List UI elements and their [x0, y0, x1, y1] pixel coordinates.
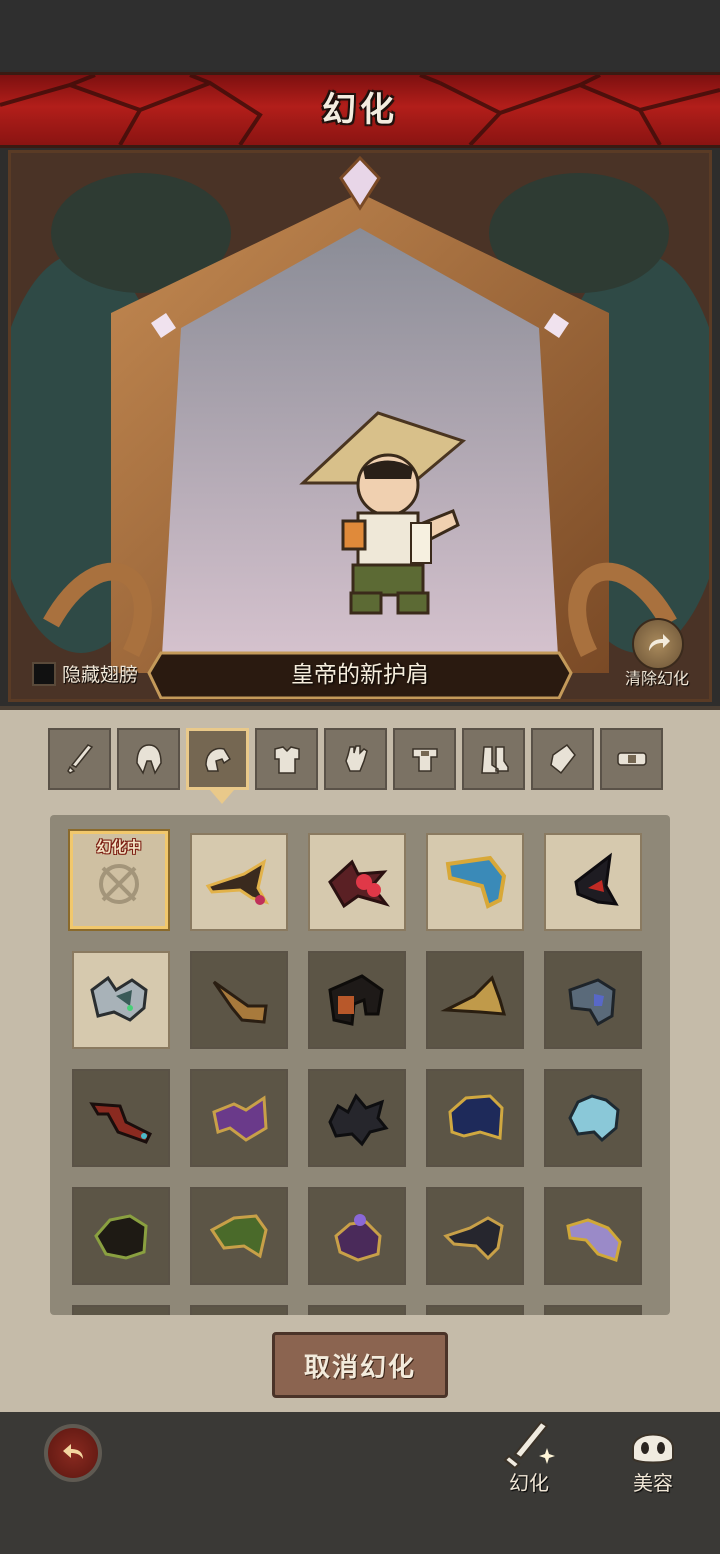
- slot-tabs: [48, 728, 663, 790]
- sword-sparkle-icon: [503, 1420, 555, 1470]
- steel-shield-pauldron-icon: [568, 978, 616, 1027]
- grid-item[interactable]: [544, 1305, 642, 1315]
- grid-item[interactable]: [426, 1187, 524, 1285]
- ornate-frame: [11, 153, 709, 699]
- orange-box-pauldron-icon: [328, 974, 384, 1026]
- grid-item[interactable]: [190, 833, 288, 931]
- glove-icon: [344, 745, 368, 772]
- grid-item[interactable]: [544, 1187, 642, 1285]
- tab-weapon[interactable]: [48, 728, 111, 790]
- tab-helmet[interactable]: [117, 728, 180, 790]
- clear-transform-button[interactable]: [632, 618, 684, 670]
- tab-armor[interactable]: [255, 728, 318, 790]
- gold-spike-pauldron-icon: [205, 858, 270, 905]
- back-arrow-icon: [63, 1444, 83, 1459]
- tab-glove[interactable]: [324, 728, 387, 790]
- grid-item[interactable]: [72, 951, 170, 1049]
- face-icon: [632, 1433, 674, 1464]
- grid-item[interactable]: [308, 1069, 406, 1167]
- grid-item[interactable]: [426, 1069, 524, 1167]
- red-hook-pauldron-icon: [89, 1102, 153, 1144]
- dark-wing-pauldron-icon: [443, 1216, 504, 1261]
- grid-item[interactable]: [72, 1305, 170, 1315]
- hide-wings-checkbox[interactable]: [32, 661, 56, 686]
- black-horn-pauldron-icon: [574, 852, 619, 906]
- helmet-icon: [135, 744, 162, 775]
- grid-item[interactable]: [544, 951, 642, 1049]
- none-icon: [99, 864, 139, 904]
- item-name: 皇帝的新护肩: [291, 662, 429, 688]
- grid-item[interactable]: [190, 951, 288, 1049]
- nav-beauty[interactable]: 美容: [618, 1418, 688, 1498]
- cancel-transform-button[interactable]: 取消幻化: [272, 1332, 448, 1398]
- back-button[interactable]: [44, 1424, 102, 1482]
- green-claw-pauldron-icon: [94, 1214, 148, 1260]
- bottom-nav: [0, 1412, 720, 1554]
- ice-crystal-pauldron-icon: [568, 1094, 620, 1143]
- grid-item[interactable]: [190, 1305, 288, 1315]
- transforming-badge: 幻化中: [96, 838, 142, 856]
- status-bar: [0, 0, 720, 70]
- brown-horn-pauldron-icon: [212, 980, 268, 1024]
- grid-item[interactable]: [544, 833, 642, 931]
- grid-item[interactable]: [426, 1305, 524, 1315]
- rose-thorn-pauldron-icon: [328, 859, 391, 909]
- black-fur-pauldron-icon: [328, 1093, 389, 1147]
- grid-item[interactable]: [544, 1069, 642, 1167]
- misc-icon: [616, 752, 647, 766]
- tab-belt[interactable]: [393, 728, 456, 790]
- green-gold-pauldron-icon: [209, 1214, 268, 1259]
- blue-gold-pauldron-icon: [445, 855, 507, 909]
- grid-item[interactable]: [426, 833, 524, 931]
- nav-transform[interactable]: 幻化: [494, 1418, 564, 1498]
- tab-shoulder[interactable]: [186, 728, 249, 790]
- shoulder-icon: [204, 747, 231, 772]
- tab-boots[interactable]: [462, 728, 525, 790]
- grid-item[interactable]: [308, 1187, 406, 1285]
- purple-gold-pauldron-icon: [212, 1095, 268, 1142]
- sword-icon: [66, 744, 93, 774]
- tab-bracer[interactable]: [531, 728, 594, 790]
- silver-spike-pauldron-icon: [90, 975, 148, 1022]
- nav-transform-label: 幻化: [509, 1471, 549, 1495]
- character-preview: [8, 150, 712, 702]
- tab-misc[interactable]: [600, 728, 663, 790]
- cancel-transform-label: 取消幻化: [303, 1352, 416, 1383]
- hide-wings-toggle[interactable]: 隐藏翅膀: [32, 660, 138, 687]
- grid-item[interactable]: [308, 951, 406, 1049]
- clear-transform-label: 清除幻化: [624, 669, 689, 688]
- bracer-icon: [549, 743, 576, 775]
- violet-orb-pauldron-icon: [334, 1214, 382, 1262]
- page-title: 幻化: [322, 90, 398, 130]
- grid-item[interactable]: [190, 1187, 288, 1285]
- nav-beauty-label: 美容: [633, 1471, 673, 1495]
- belt-icon: [411, 748, 438, 772]
- grid-item[interactable]: [72, 1069, 170, 1167]
- navy-gold-pauldron-icon: [448, 1094, 504, 1140]
- active-tab-pointer: [210, 790, 234, 804]
- gold-plate-pauldron-icon: [440, 975, 507, 1016]
- appearance-grid: 幻化中: [50, 815, 670, 1315]
- lavender-gold-pauldron-icon: [566, 1218, 622, 1262]
- title-banner: 幻化: [0, 72, 720, 148]
- redo-arrow-icon: [649, 634, 670, 651]
- hide-wings-label: 隐藏翅膀: [62, 664, 139, 686]
- grid-item-none[interactable]: 幻化中: [70, 831, 168, 929]
- grid-item[interactable]: [308, 1305, 406, 1315]
- grid-item[interactable]: [72, 1187, 170, 1285]
- grid-item[interactable]: [308, 833, 406, 931]
- boots-icon: [480, 746, 509, 774]
- grid-item[interactable]: [426, 951, 524, 1049]
- armor-icon: [273, 746, 300, 774]
- grid-item[interactable]: [190, 1069, 288, 1167]
